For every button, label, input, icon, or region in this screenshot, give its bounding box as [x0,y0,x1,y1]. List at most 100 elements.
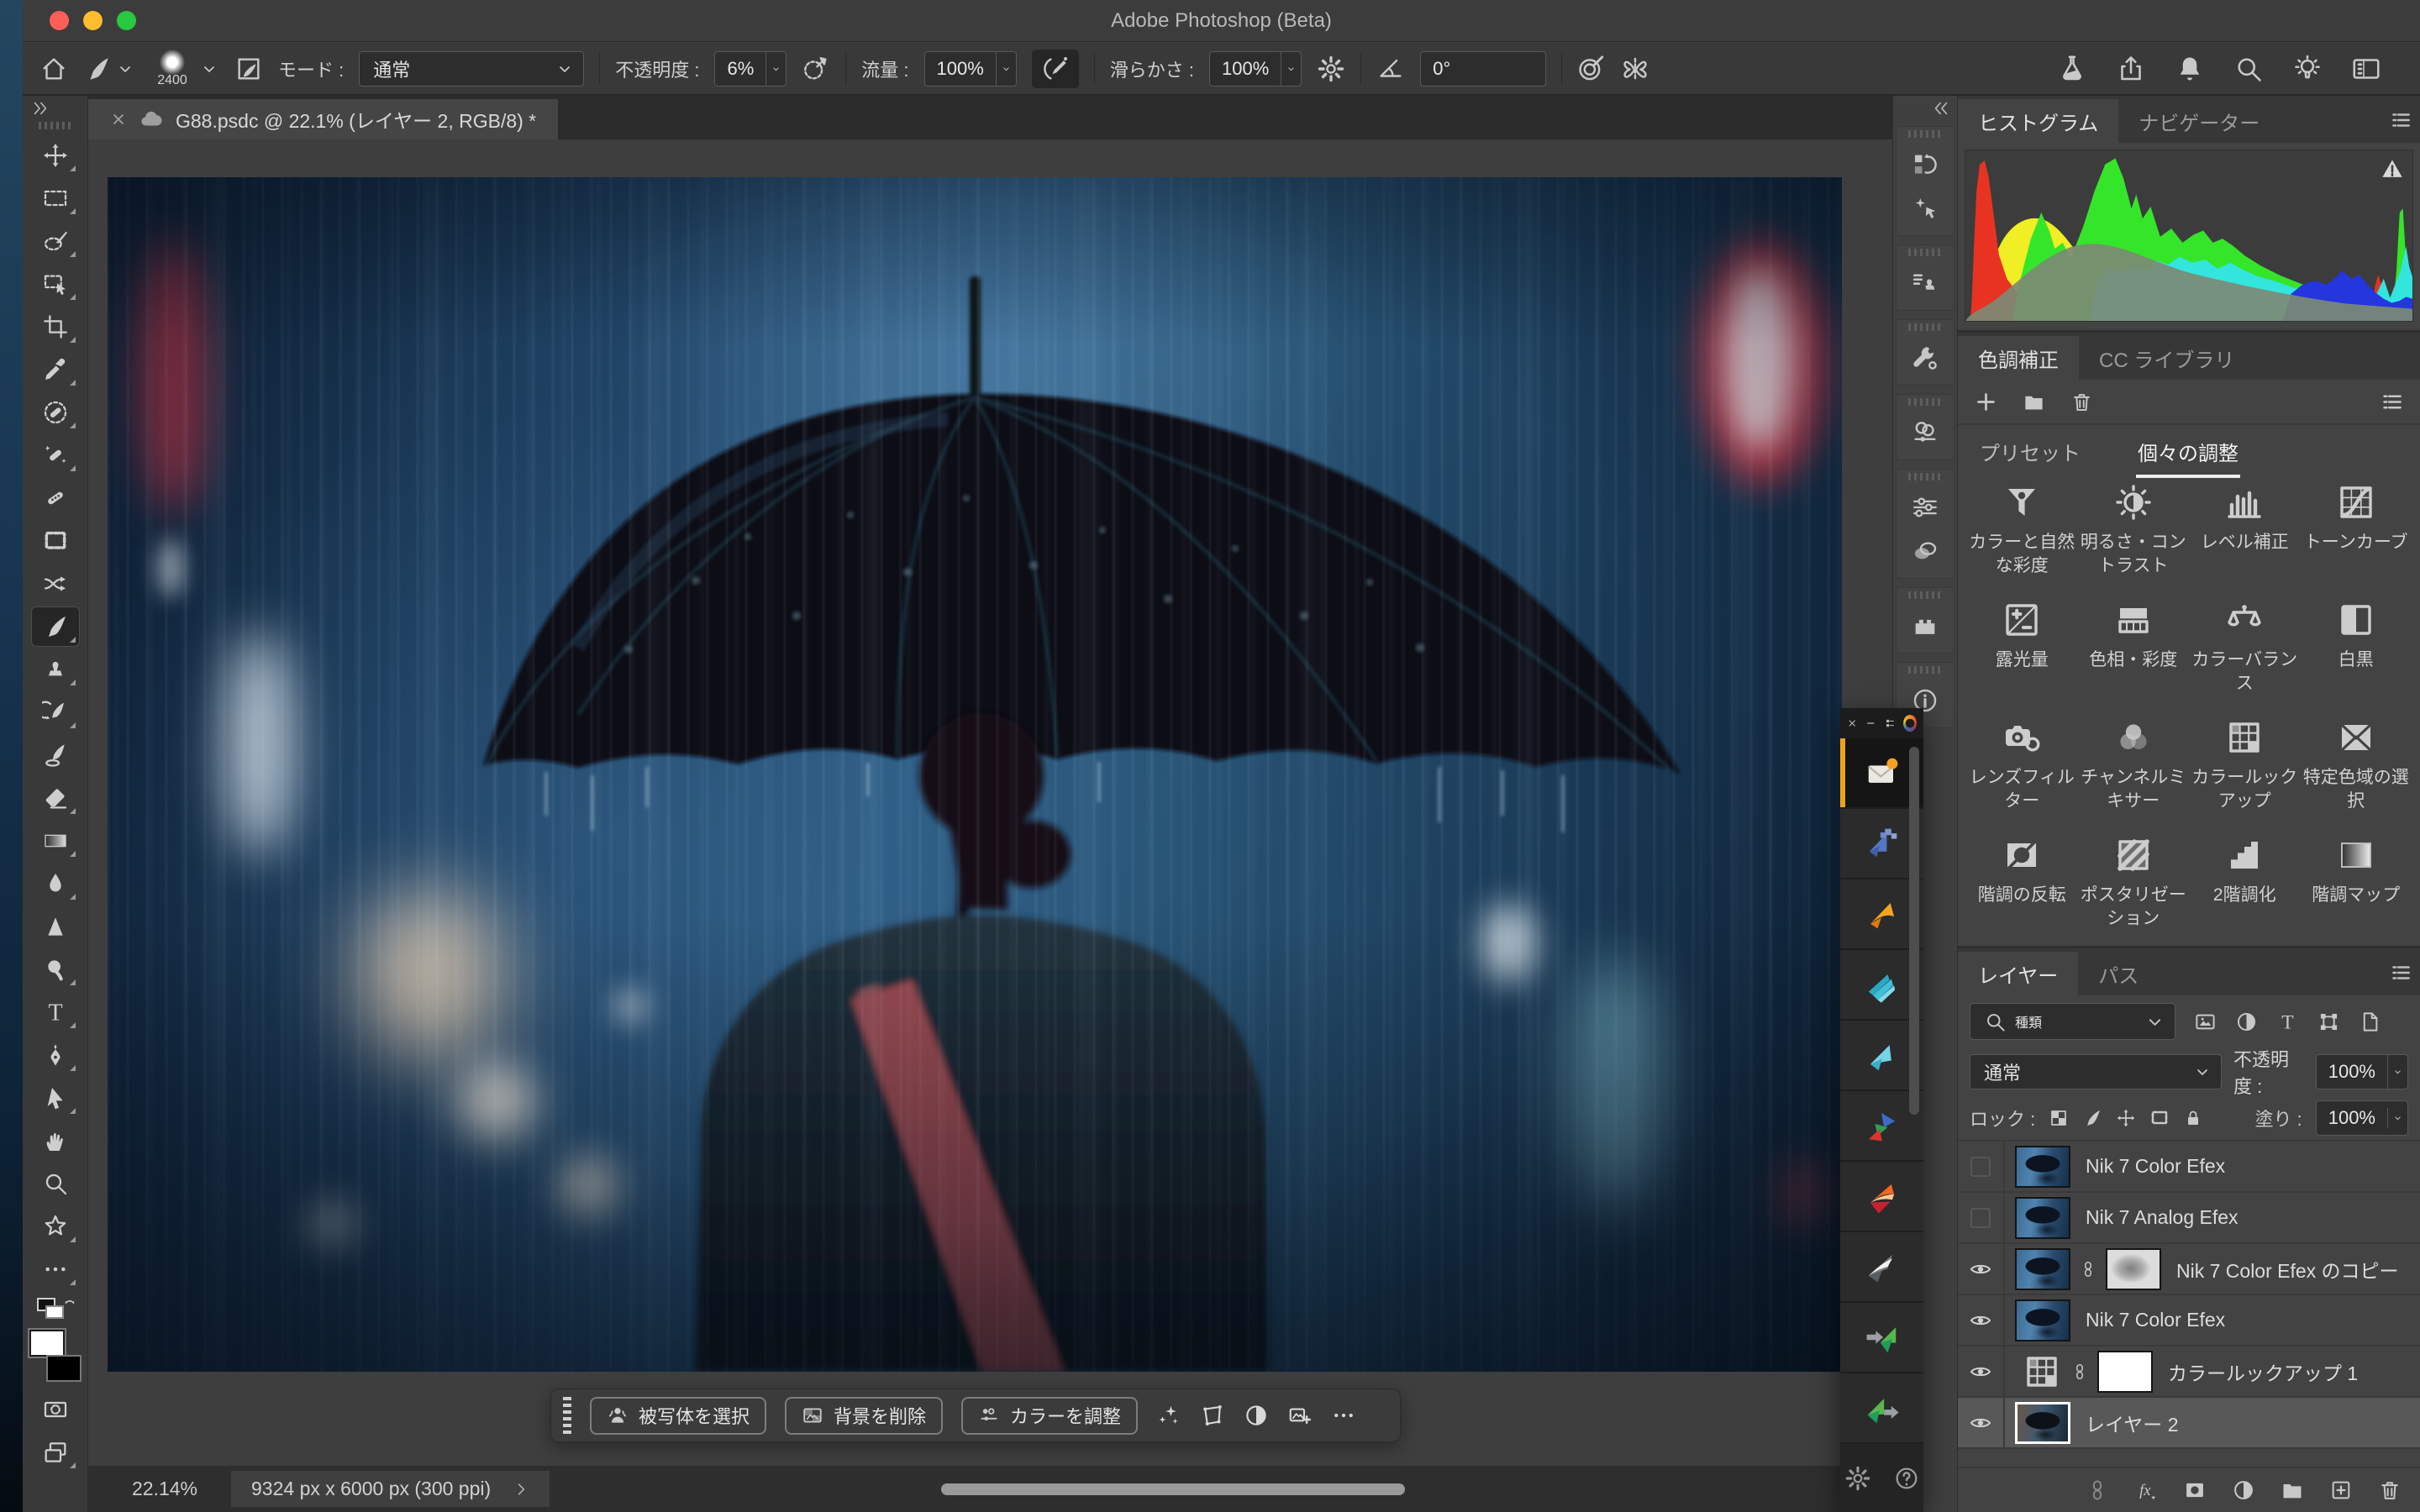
panel-grip[interactable] [1908,398,1942,406]
filter-adjustment-layers-icon[interactable] [2235,1011,2258,1033]
eraser-tool[interactable] [32,779,79,817]
adjustment-color-balance[interactable]: カラーバランス [2189,600,2301,696]
zoom-tool[interactable] [32,1164,79,1203]
layer-fill-input[interactable]: 100% [2316,1100,2408,1136]
adjustment-levels[interactable]: レベル補正 [2189,482,2301,578]
clone-source-panel-button[interactable] [1903,261,1947,305]
document-info[interactable]: 9324 px x 6000 px (300 ppi) [231,1471,550,1507]
adjustment-black-white[interactable]: 白黒 [2301,600,2412,696]
visibility-toggle[interactable] [1958,1347,2005,1396]
mixer-brush-tool[interactable] [32,736,79,774]
sharpen-tool[interactable] [32,907,79,946]
channels-panel-button[interactable] [1903,529,1947,573]
dodge-tool[interactable] [32,950,79,989]
clone-stamp-tool[interactable] [32,650,79,689]
adjustment-brightness-contrast[interactable]: 明るさ・コントラスト [2078,482,2190,578]
swap-colors-control[interactable] [37,1298,74,1323]
crop-tool[interactable] [32,307,79,346]
panel-menu-icon[interactable] [2390,109,2412,131]
layer-row[interactable]: Nik 7 Color Efex のコピー [1958,1244,2420,1295]
adjustment-channel-mixer[interactable]: チャンネルミキサー [2078,717,2190,813]
path-selection-tool[interactable] [32,1079,79,1117]
chevron-down-icon[interactable] [765,52,786,86]
adjustment-exposure[interactable]: 露光量 [1966,600,2078,696]
actions-panel-button[interactable] [1903,186,1947,230]
chevron-down-icon[interactable] [199,59,219,79]
discover-lightbulb-icon[interactable] [2292,54,2323,84]
brush-preset-picker[interactable]: 2400 [150,50,219,87]
chevron-down-icon[interactable] [2387,1108,2407,1128]
layer-name[interactable]: レイヤー 2 [2086,1409,2179,1437]
panel-grip[interactable] [1908,666,1942,674]
adjustment-selective-color[interactable]: 特定色域の選択 [2301,717,2412,813]
layer-row[interactable]: Nik 7 Color Efex [1958,1295,2420,1347]
quick-mask-button[interactable] [32,1390,79,1429]
new-adjustment-layer-icon[interactable] [2232,1478,2255,1502]
smoothing-input[interactable]: 100% [1209,51,1302,87]
adjust-color-button[interactable]: カラーを調整 [961,1397,1138,1435]
visibility-toggle[interactable] [1958,1295,2005,1345]
transform-icon[interactable] [1200,1403,1225,1428]
panel-menu-icon[interactable] [2381,391,2403,413]
home-icon[interactable] [39,55,68,83]
visibility-toggle[interactable] [1958,1142,2005,1191]
link-layers-icon[interactable] [2086,1478,2109,1502]
healing-brush-tool[interactable] [32,436,79,475]
layer-opacity-input[interactable]: 100% [2316,1054,2408,1089]
flow-input[interactable]: 100% [924,51,1017,87]
new-layer-icon[interactable] [2329,1478,2353,1502]
layer-row[interactable]: Nik 7 Color Efex [1958,1142,2420,1193]
delete-layer-icon[interactable] [2378,1478,2402,1502]
blend-mode-select[interactable]: 通常 [359,51,584,87]
pressure-size-icon[interactable] [1577,55,1606,83]
layer-row[interactable]: Nik 7 Analog Efex [1958,1193,2420,1244]
foreground-color-swatch[interactable] [29,1330,65,1357]
layer-filter-select[interactable]: 種類 [1970,1003,2175,1040]
toolbar-grip[interactable] [39,122,72,129]
blur-tool[interactable] [32,864,79,903]
layer-mask-thumbnail[interactable] [2097,1351,2153,1393]
gradient-tool[interactable] [32,822,79,860]
panel-grip[interactable] [1908,473,1942,480]
trash-icon[interactable] [2070,391,2093,413]
visibility-toggle[interactable] [1958,1398,2005,1447]
subtab-presets[interactable]: プリセット [1978,425,2082,478]
shape-tool[interactable] [32,1207,79,1246]
object-selection-tool[interactable] [32,265,79,303]
panel-grip[interactable] [1908,591,1942,599]
color-swatches[interactable] [29,1330,82,1382]
mask-link-icon[interactable] [2070,1359,2089,1384]
adjustment-invert[interactable]: 階調の反転 [1966,835,2078,931]
remove-tool[interactable] [32,393,79,432]
more-options-icon[interactable] [1331,1403,1356,1428]
panel-settings-icon[interactable] [1885,717,1895,730]
mask-link-icon[interactable] [2079,1257,2097,1282]
notifications-bell-icon[interactable] [2175,54,2205,84]
adjustment-color-lookup[interactable]: カラールックアップ [2189,717,2301,813]
panel-menu-icon[interactable] [2390,962,2412,984]
gear-icon[interactable] [1844,1465,1871,1492]
tool-presets-panel-button[interactable] [1903,336,1947,380]
lock-pixels-icon[interactable] [2082,1108,2102,1128]
zoom-level[interactable]: 22.14% [132,1478,197,1500]
layer-blend-mode-select[interactable]: 通常 [1970,1054,2222,1089]
frame-tool[interactable] [32,522,79,560]
patch-tool[interactable] [32,479,79,517]
lock-transparency-icon[interactable] [2049,1108,2069,1128]
layer-name[interactable]: Nik 7 Color Efex [2086,1309,2225,1331]
adjustment-posterize[interactable]: ポスタリゼーション [2078,835,2190,931]
chevron-down-icon[interactable] [2387,1055,2407,1089]
chevron-down-icon[interactable] [115,59,135,79]
lock-artboard-icon[interactable] [2149,1108,2170,1128]
canvas-image[interactable] [108,177,1842,1372]
adjustment-photo-filter[interactable]: レンズフィルター [1966,717,2078,813]
filter-smart-objects-icon[interactable] [2359,1011,2381,1033]
swap-colors-icon[interactable] [60,1296,79,1315]
screen-mode-button[interactable] [32,1433,79,1472]
chevron-down-icon[interactable] [996,52,1016,86]
adjustment-curves[interactable]: トーンカーブ [2301,482,2412,578]
new-group-icon[interactable] [2281,1478,2304,1502]
layer-thumbnail[interactable] [2015,1197,2070,1239]
properties-panel-button[interactable] [1903,486,1947,529]
opacity-input[interactable]: 6% [714,51,786,87]
